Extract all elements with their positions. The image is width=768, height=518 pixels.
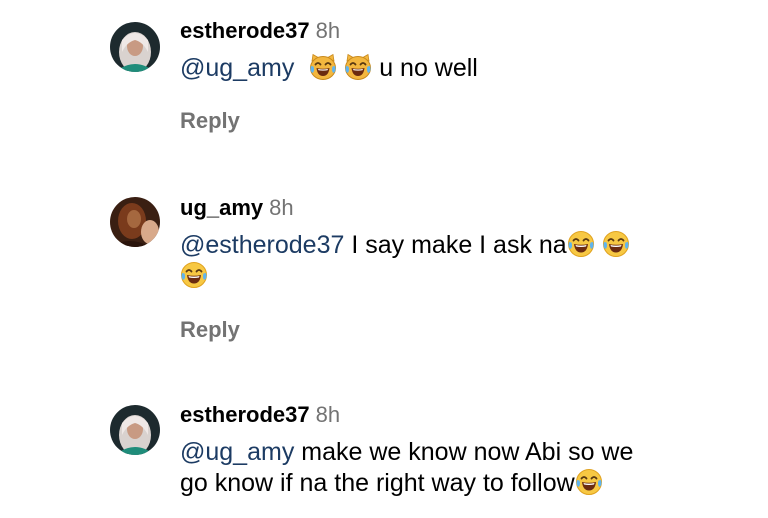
tears-of-joy-emoji bbox=[575, 468, 603, 496]
comment-body: u no well bbox=[379, 54, 478, 82]
crying-laughing-cat-emoji bbox=[309, 53, 337, 81]
comment-timestamp: 8h bbox=[315, 18, 341, 43]
comment-timestamp: 8h bbox=[269, 195, 294, 220]
reply-button[interactable]: Reply bbox=[180, 108, 240, 134]
comment-text: @ug_amy make we know now Abi so we go kn… bbox=[180, 437, 728, 499]
comment-username[interactable]: estherode37 bbox=[180, 18, 310, 43]
crying-laughing-cat-emoji bbox=[344, 53, 372, 81]
tears-of-joy-emoji bbox=[180, 261, 208, 289]
comment-text: @estherode37 I say make I ask na bbox=[180, 230, 728, 292]
mention-link[interactable]: @ug_amy bbox=[180, 438, 294, 466]
avatar[interactable] bbox=[110, 197, 160, 247]
comment-timestamp: 8h bbox=[315, 402, 341, 427]
avatar[interactable] bbox=[110, 405, 160, 455]
avatar[interactable] bbox=[110, 22, 160, 72]
comment-body-line-1: make we know now Abi so we bbox=[301, 438, 634, 466]
comment-username[interactable]: ug_amy bbox=[180, 195, 263, 220]
comment-body-line-2: go know if na the right way to follow bbox=[180, 469, 575, 497]
comment-username[interactable]: estherode37 bbox=[180, 402, 310, 427]
comment-text: @ug_amy u no well bbox=[180, 53, 728, 84]
mention-link[interactable]: @estherode37 bbox=[180, 231, 344, 259]
tears-of-joy-emoji bbox=[602, 230, 630, 258]
comment-body: I say make I ask na bbox=[351, 231, 567, 259]
mention-link[interactable]: @ug_amy bbox=[180, 54, 294, 82]
reply-button[interactable]: Reply bbox=[180, 317, 240, 343]
tears-of-joy-emoji bbox=[567, 230, 595, 258]
